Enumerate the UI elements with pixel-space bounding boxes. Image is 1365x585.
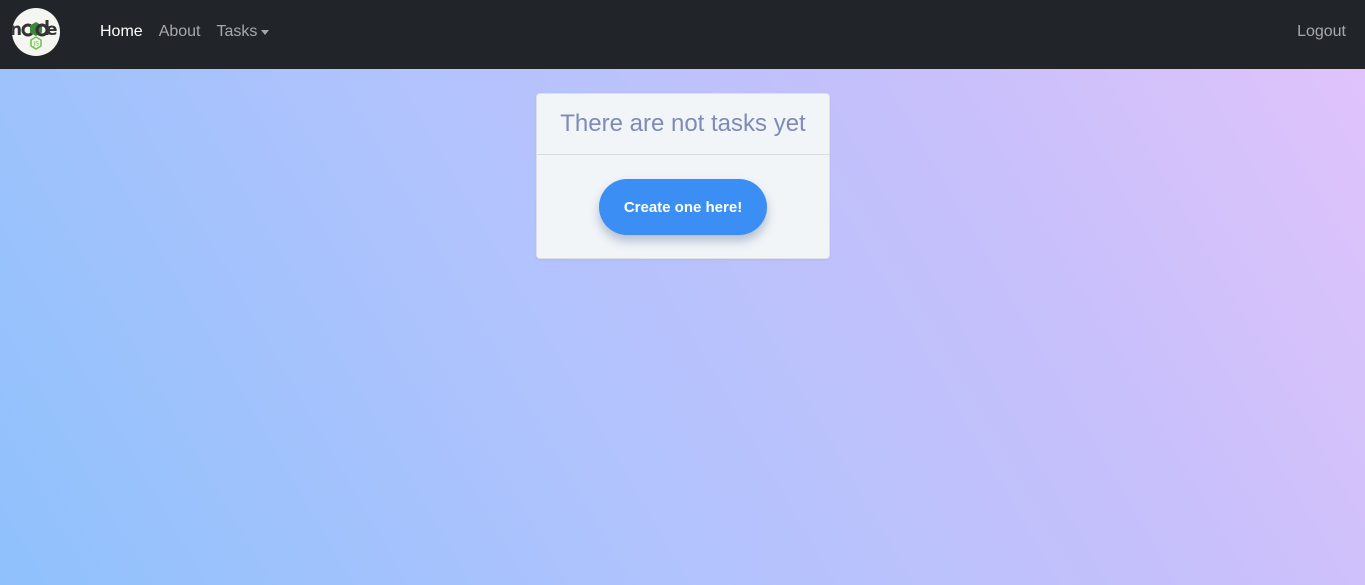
node-logo[interactable]: n e JS xyxy=(12,8,60,56)
nav-tasks-dropdown[interactable]: Tasks xyxy=(217,23,270,41)
navbar: n e JS Home About Tasks Logout xyxy=(0,0,1365,69)
logout-link[interactable]: Logout xyxy=(1297,0,1346,64)
nav-tasks-label: Tasks xyxy=(216,23,258,40)
empty-state-title: There are not tasks yet xyxy=(560,110,806,137)
create-task-button[interactable]: Create one here! xyxy=(599,179,767,235)
nav-home-link[interactable]: Home xyxy=(100,23,143,41)
nav-about-link[interactable]: About xyxy=(159,23,201,41)
card-header: There are not tasks yet xyxy=(537,94,829,155)
empty-tasks-card: There are not tasks yet Create one here! xyxy=(536,93,830,259)
caret-down-icon xyxy=(261,29,270,35)
node-logo-icon: n e JS xyxy=(12,20,58,50)
card-body: Create one here! xyxy=(537,155,829,235)
nav-links: Home About Tasks xyxy=(100,0,285,64)
svg-text:JS: JS xyxy=(33,41,40,48)
svg-text:n: n xyxy=(12,20,22,40)
